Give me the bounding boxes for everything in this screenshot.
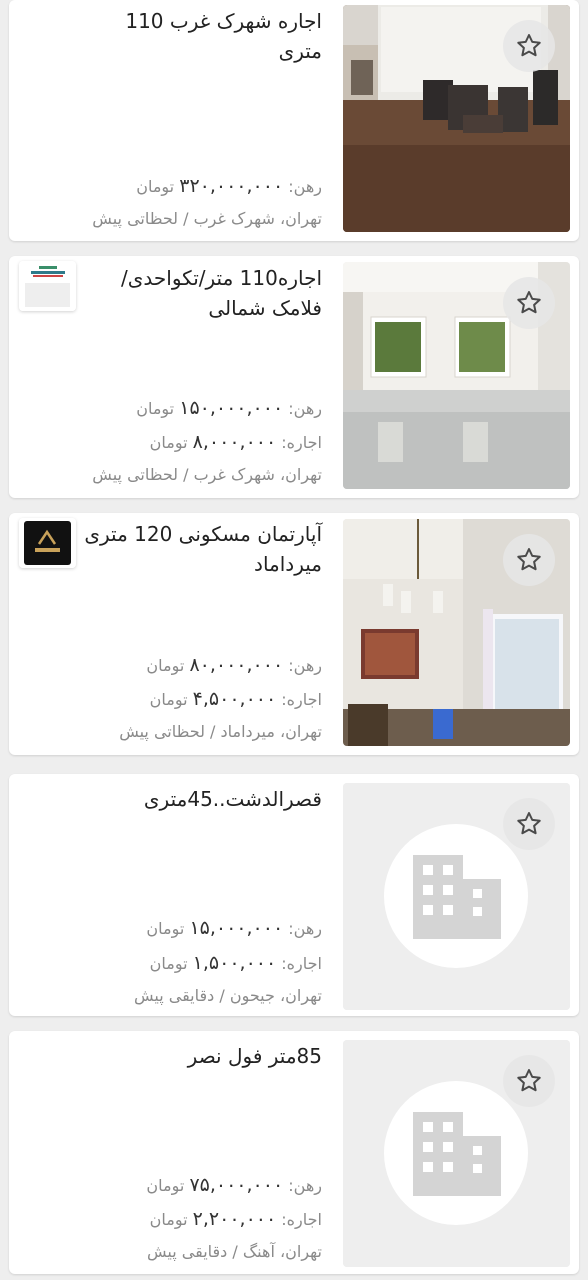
favorite-button[interactable] (503, 277, 555, 329)
deposit-value: ۱۵,۰۰۰,۰۰۰ (189, 917, 284, 939)
rent-value: ۱,۵۰۰,۰۰۰ (192, 952, 277, 974)
rent-row: اجاره: ۸,۰۰۰,۰۰۰ تومان (22, 432, 322, 453)
rent-row: اجاره: ۴,۵۰۰,۰۰۰ تومان (22, 689, 322, 710)
deposit-row: رهن: ۷۵,۰۰۰,۰۰۰ تومان (22, 1175, 322, 1196)
deposit-row: رهن: ۸۰,۰۰۰,۰۰۰ تومان (22, 655, 322, 676)
deposit-value: ۱۵۰,۰۰۰,۰۰۰ (179, 397, 284, 419)
deposit-row: رهن: ۱۵۰,۰۰۰,۰۰۰ تومان (22, 398, 322, 419)
listing-card[interactable]: آپارتمان مسکونی 120 متری میرداماد رهن: ۸… (9, 513, 579, 755)
deposit-label: رهن: (288, 919, 322, 938)
listing-location: تهران، شهرک غرب / لحظاتی پیش (92, 209, 322, 228)
star-outline-icon (517, 34, 541, 57)
agency-logo[interactable] (19, 261, 76, 311)
favorite-button[interactable] (503, 534, 555, 586)
star-outline-icon (517, 291, 541, 314)
currency-label: تومان (136, 399, 175, 418)
currency-label: تومان (149, 1210, 188, 1229)
rent-row: اجاره: ۲,۲۰۰,۰۰۰ تومان (22, 1209, 322, 1230)
deposit-value: ۳۲۰,۰۰۰,۰۰۰ (179, 175, 284, 197)
listing-location: تهران، جیحون / دقایقی پیش (133, 986, 322, 1005)
deposit-label: رهن: (288, 177, 322, 196)
deposit-row: رهن: ۱۵,۰۰۰,۰۰۰ تومان (22, 918, 322, 939)
listing-card[interactable]: قصرالدشت..45متری رهن: ۱۵,۰۰۰,۰۰۰ تومان ا… (9, 774, 579, 1016)
favorite-button[interactable] (503, 1055, 555, 1107)
rent-label: اجاره: (281, 433, 322, 452)
listing-title: اجاره شهرک غرب 110 متری (125, 9, 322, 63)
star-outline-icon (517, 1069, 541, 1092)
favorite-button[interactable] (503, 20, 555, 72)
listing-photo-placeholder[interactable] (343, 783, 570, 1010)
deposit-value: ۷۵,۰۰۰,۰۰۰ (189, 1174, 284, 1196)
listing-location: تهران، میرداماد / لحظاتی پیش (119, 722, 322, 741)
currency-label: تومان (149, 433, 188, 452)
listing-photo[interactable] (343, 262, 570, 489)
currency-label: تومان (136, 177, 175, 196)
deposit-label: رهن: (288, 399, 322, 418)
favorite-button[interactable] (503, 798, 555, 850)
rent-value: ۸,۰۰۰,۰۰۰ (192, 431, 277, 453)
star-outline-icon (517, 812, 541, 835)
listing-title: 85متر فول نصر (187, 1044, 322, 1068)
listing-card[interactable]: اجاره شهرک غرب 110 متری رهن: ۳۲۰,۰۰۰,۰۰۰… (9, 0, 579, 241)
rent-label: اجاره: (281, 690, 322, 709)
deposit-value: ۸۰,۰۰۰,۰۰۰ (189, 654, 284, 676)
listing-title: قصرالدشت..45متری (143, 787, 322, 811)
listing-photo[interactable] (343, 5, 570, 232)
rent-row: اجاره: ۱,۵۰۰,۰۰۰ تومان (22, 953, 322, 974)
currency-label: تومان (149, 954, 188, 973)
rent-label: اجاره: (281, 1210, 322, 1229)
listing-card[interactable]: اجاره110 متر/تکواحدی/ فلامک شمالی رهن: ۱… (9, 256, 579, 498)
currency-label: تومان (146, 1176, 185, 1195)
deposit-label: رهن: (288, 1176, 322, 1195)
rent-label: اجاره: (281, 954, 322, 973)
listing-title: اجاره110 متر/تکواحدی/ فلامک شمالی (121, 266, 322, 320)
listing-location: تهران، آهنگ / دقایقی پیش (147, 1242, 322, 1261)
currency-label: تومان (146, 919, 185, 938)
listing-location: تهران، شهرک غرب / لحظاتی پیش (92, 465, 322, 484)
listing-photo[interactable] (343, 519, 570, 746)
rent-value: ۲,۲۰۰,۰۰۰ (192, 1208, 277, 1230)
currency-label: تومان (146, 656, 185, 675)
rent-value: ۴,۵۰۰,۰۰۰ (192, 688, 277, 710)
star-outline-icon (517, 548, 541, 571)
listing-photo-placeholder[interactable] (343, 1040, 570, 1267)
deposit-label: رهن: (288, 656, 322, 675)
currency-label: تومان (149, 690, 188, 709)
agency-logo[interactable] (19, 518, 76, 568)
listing-title: آپارتمان مسکونی 120 متری میرداماد (84, 522, 322, 576)
listing-card[interactable]: 85متر فول نصر رهن: ۷۵,۰۰۰,۰۰۰ تومان اجار… (9, 1031, 579, 1274)
deposit-row: رهن: ۳۲۰,۰۰۰,۰۰۰ تومان (22, 176, 322, 197)
